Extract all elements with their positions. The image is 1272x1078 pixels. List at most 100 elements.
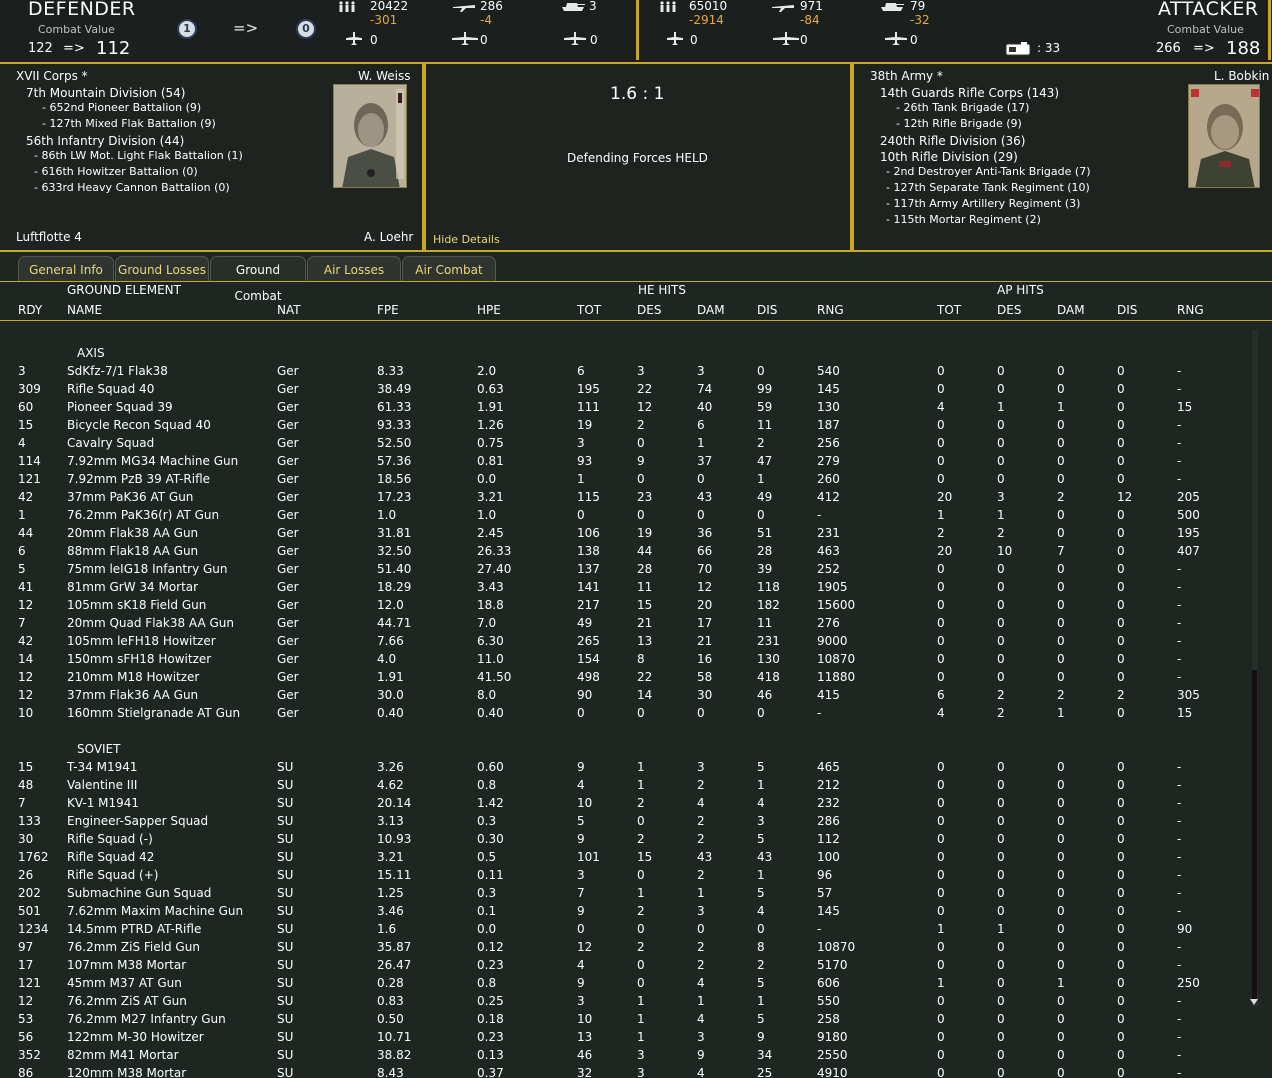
table-row[interactable]: 17 107mm M38 Mortar SU 26.47 0.23 4 0 2 2 5170 0 0 0… bbox=[0, 956, 1237, 974]
cell-des: 0 bbox=[997, 670, 1005, 684]
cell-nat: Ger bbox=[277, 652, 299, 666]
cell-dis: 0 bbox=[1117, 976, 1125, 990]
col-header-ap-rng[interactable]: RNG bbox=[1177, 303, 1204, 317]
table-row[interactable]: 86 120mm M38 Mortar SU 8.43 0.37 32 3 4 25 4910 0 0… bbox=[0, 1064, 1237, 1078]
table-row[interactable]: 1234 14.5mm PTRD AT-Rifle SU 1.6 0.0 0 0 0 0 - 1 1 0… bbox=[0, 920, 1237, 938]
cell-des: 13 bbox=[637, 634, 653, 648]
table-row[interactable]: 3 SdKfz-7/1 Flak38 Ger 8.33 2.0 6 3 3 0 540 0 0 0 0 - bbox=[0, 362, 1237, 380]
cell-des: 0 bbox=[997, 1048, 1005, 1062]
col-header-ap-dam[interactable]: DAM bbox=[1057, 303, 1085, 317]
cell-tot: 0 bbox=[577, 922, 585, 936]
table-row[interactable]: 14 150mm sFH18 Howitzer Ger 4.0 11.0 154 8 16 13… bbox=[0, 650, 1237, 668]
cell-rdy: 60 bbox=[18, 400, 34, 414]
scroll-down-icon[interactable] bbox=[1249, 998, 1259, 1006]
table-row[interactable]: 12 37mm Flak36 AA Gun Ger 30.0 8.0 90 14 30 46 41… bbox=[0, 686, 1237, 704]
table-row[interactable]: 6 88mm Flak18 AA Gun Ger 32.50 26.33 138 44 66 2… bbox=[0, 542, 1237, 560]
tab-air-losses[interactable]: Air Losses bbox=[307, 256, 401, 282]
table-row[interactable]: 5 75mm leIG18 Infantry Gun Ger 51.40 27.40 13… bbox=[0, 560, 1237, 578]
cell-rdy: 1762 bbox=[18, 850, 49, 864]
col-header-ap-tot[interactable]: TOT bbox=[937, 303, 961, 317]
cell-fpe: 0.50 bbox=[377, 1012, 404, 1026]
table-row[interactable]: 10 160mm Stielgranade AT Gun Ger 0.40 0.40 0 0… bbox=[0, 704, 1237, 722]
cell-dam: 20 bbox=[697, 598, 713, 612]
camera-icon[interactable] bbox=[1005, 42, 1031, 56]
cell-des: 0 bbox=[997, 940, 1005, 954]
col-header-ap-des[interactable]: DES bbox=[997, 303, 1021, 317]
cell-tot: 0 bbox=[937, 634, 945, 648]
table-row[interactable]: 133 Engineer-Sapper Squad SU 3.13 0.3 5 0 2 3 286… bbox=[0, 812, 1237, 830]
table-row[interactable]: 1 76.2mm PaK36(r) AT Gun Ger 1.0 1.0 0 0 0 0 - 1 1 0… bbox=[0, 506, 1237, 524]
table-row[interactable]: 30 Rifle Squad (-) SU 10.93 0.30 9 2 2 5 112 0 0 0 0 - bbox=[0, 830, 1237, 848]
group-header-ground: GROUND ELEMENT bbox=[67, 283, 181, 297]
table-row[interactable]: 4 Cavalry Squad Ger 52.50 0.75 3 0 1 2 256 0 0 0 0 - bbox=[0, 434, 1237, 452]
table-row[interactable]: 12 105mm sK18 Field Gun Ger 12.0 18.8 217 15 20… bbox=[0, 596, 1237, 614]
col-header-he-tot[interactable]: TOT bbox=[577, 303, 601, 317]
hide-details-link[interactable]: Hide Details bbox=[433, 233, 500, 246]
cell-rng: - bbox=[817, 922, 822, 936]
table-row[interactable]: 53 76.2mm M27 Infantry Gun SU 0.50 0.18 10 1 4 5… bbox=[0, 1010, 1237, 1028]
table-row[interactable]: 97 76.2mm ZiS Field Gun SU 35.87 0.12 12 2 2 8 10… bbox=[0, 938, 1237, 956]
table-row[interactable]: 7 20mm Quad Flak38 AA Gun Ger 44.71 7.0 49 21 1… bbox=[0, 614, 1237, 632]
cell-des: 22 bbox=[637, 382, 653, 396]
cell-rdy: 5 bbox=[18, 562, 26, 576]
table-row[interactable]: 1762 Rifle Squad 42 SU 3.21 0.5 101 15 43 43 100 0… bbox=[0, 848, 1237, 866]
col-header-ap-dis[interactable]: DIS bbox=[1117, 303, 1137, 317]
cell-dam: 12 bbox=[697, 580, 713, 594]
tab-general-info[interactable]: General Info bbox=[18, 256, 114, 282]
cell-tot: 137 bbox=[577, 562, 600, 576]
col-header-hpe[interactable]: HPE bbox=[477, 303, 501, 317]
commander-portrait[interactable] bbox=[333, 84, 407, 188]
table-row[interactable]: 7 KV-1 M1941 SU 20.14 1.42 10 2 4 4 232 0 0 0 0 - bbox=[0, 794, 1237, 812]
col-header-name[interactable]: NAME bbox=[67, 303, 102, 317]
table-row[interactable]: 60 Pioneer Squad 39 Ger 61.33 1.91 111 12 40 59 1… bbox=[0, 398, 1237, 416]
table-row[interactable]: 309 Rifle Squad 40 Ger 38.49 0.63 195 22 74 99 14… bbox=[0, 380, 1237, 398]
col-header-he-des[interactable]: DES bbox=[637, 303, 661, 317]
table-row[interactable]: 41 81mm GrW 34 Mortar Ger 18.29 3.43 141 11 12 1… bbox=[0, 578, 1237, 596]
table-row[interactable]: 15 T-34 M1941 SU 3.26 0.60 9 1 3 5 465 0 0 0 0 - bbox=[0, 758, 1237, 776]
table-row[interactable]: 121 45mm M37 AT Gun SU 0.28 0.8 9 0 4 5 606 1 0 1 0 25… bbox=[0, 974, 1237, 992]
table-row[interactable]: 121 7.92mm PzB 39 AT-Rifle Ger 18.56 0.0 1 0 0 1… bbox=[0, 470, 1237, 488]
cell-tot: 32 bbox=[577, 1066, 593, 1078]
col-header-rdy[interactable]: RDY bbox=[18, 303, 42, 317]
cell-nat: Ger bbox=[277, 670, 299, 684]
tab-ground-losses[interactable]: Ground Losses bbox=[115, 256, 209, 282]
col-header-he-dis[interactable]: DIS bbox=[757, 303, 777, 317]
cell-rng: - bbox=[1177, 436, 1182, 450]
table-row[interactable]: 501 7.62mm Maxim Machine Gun SU 3.46 0.1 9 2 3 4… bbox=[0, 902, 1237, 920]
tab-ground-combat[interactable]: Ground Combat bbox=[210, 256, 306, 303]
table-row[interactable]: 12 76.2mm ZiS AT Gun SU 0.83 0.25 3 1 1 1 550 0 0 0 0… bbox=[0, 992, 1237, 1010]
cell-tot: 0 bbox=[937, 958, 945, 972]
cell-des: 3 bbox=[637, 1048, 645, 1062]
table-row[interactable]: 56 122mm M-30 Howitzer SU 10.71 0.23 13 1 3 9 918… bbox=[0, 1028, 1237, 1046]
table-row[interactable]: 42 105mm leFH18 Howitzer Ger 7.66 6.30 265 13 2… bbox=[0, 632, 1237, 650]
table-row[interactable]: 352 82mm M41 Mortar SU 38.82 0.13 46 3 9 34 2550 0… bbox=[0, 1046, 1237, 1064]
table-row[interactable]: 12 210mm M18 Howitzer Ger 1.91 41.50 498 22 58 4… bbox=[0, 668, 1237, 686]
col-header-he-dam[interactable]: DAM bbox=[697, 303, 725, 317]
commander-portrait[interactable] bbox=[1188, 84, 1260, 188]
cell-dis: 0 bbox=[1117, 670, 1125, 684]
cell-fpe: 57.36 bbox=[377, 454, 412, 468]
table-row[interactable]: 48 Valentine III SU 4.62 0.8 4 1 2 1 212 0 0 0 0- bbox=[0, 776, 1237, 794]
cell-dam: 0 bbox=[1057, 868, 1065, 882]
cell-rng: 232 bbox=[817, 796, 840, 810]
cell-name: 7.92mm MG34 Machine Gun bbox=[67, 454, 239, 468]
cell-nat: SU bbox=[277, 1012, 294, 1026]
tab-air-combat[interactable]: Air Combat bbox=[402, 256, 496, 282]
col-header-fpe[interactable]: FPE bbox=[377, 303, 399, 317]
cell-tot: 0 bbox=[937, 454, 945, 468]
table-row[interactable]: 44 20mm Flak38 AA Gun Ger 31.81 2.45 106 19 36 5… bbox=[0, 524, 1237, 542]
cell-dis: 12 bbox=[1117, 490, 1133, 504]
table-row[interactable]: 114 7.92mm MG34 Machine Gun Ger 57.36 0.81 93… bbox=[0, 452, 1237, 470]
table-row[interactable]: 26 Rifle Squad (+) SU 15.11 0.11 3 0 2 1 96 0 0 0 0 - bbox=[0, 866, 1237, 884]
cell-name: 82mm M41 Mortar bbox=[67, 1048, 179, 1062]
cell-des: 0 bbox=[997, 562, 1005, 576]
table-row[interactable]: 42 37mm PaK36 AT Gun Ger 17.23 3.21 115 23 43 49… bbox=[0, 488, 1237, 506]
cell-rdy: 41 bbox=[18, 580, 34, 594]
table-row[interactable]: 15 Bicycle Recon Squad 40 Ger 93.33 1.26 19 2 6… bbox=[0, 416, 1237, 434]
col-header-he-rng[interactable]: RNG bbox=[817, 303, 844, 317]
col-header-nat[interactable]: NAT bbox=[277, 303, 301, 317]
table-row[interactable]: 202 Submachine Gun Squad SU 1.25 0.3 7 1 1 5 57 0 0… bbox=[0, 884, 1237, 902]
cell-tot: 1 bbox=[937, 922, 945, 936]
cell-rng: 145 bbox=[817, 382, 840, 396]
scrollbar-thumb[interactable] bbox=[1252, 670, 1257, 1000]
